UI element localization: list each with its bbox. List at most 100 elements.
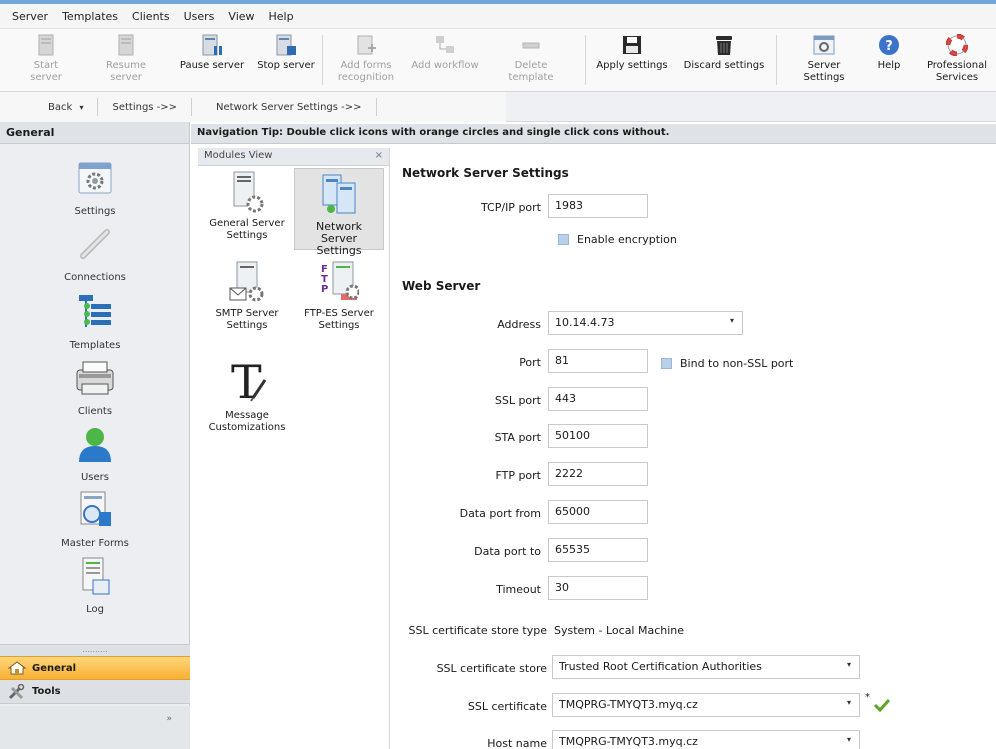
- menu-users[interactable]: Users: [184, 10, 215, 23]
- module-ftp-es-server-settings[interactable]: FTP FTP-ES Server Settings: [294, 260, 384, 340]
- toolbar-separator: [585, 35, 586, 85]
- data-port-to-input[interactable]: 65535: [548, 538, 648, 562]
- ssl-store-dropdown[interactable]: Trusted Root Certification Authorities ▾: [552, 655, 860, 679]
- navigation-tip: Navigation Tip: Double click icons with …: [191, 124, 996, 144]
- network-server-icon: [319, 173, 359, 217]
- breadcrumb-network-server-settings[interactable]: Network Server Settings ->>: [192, 102, 375, 113]
- checkbox-box[interactable]: [661, 358, 672, 369]
- module-general-server-settings[interactable]: General Server Settings: [202, 170, 292, 250]
- stop-server-button[interactable]: Stop server: [256, 33, 316, 89]
- ftp-port-label: FTP port: [495, 469, 541, 482]
- server-pause-icon: [200, 33, 224, 57]
- chevron-down-icon: ▾: [79, 102, 84, 112]
- modules-view: Modules View × General Server Settings N…: [198, 148, 390, 749]
- left-panel-header: General: [0, 122, 189, 144]
- resume-server-button[interactable]: Resume server: [90, 33, 162, 89]
- checkbox-box[interactable]: [558, 234, 569, 245]
- data-port-to-label: Data port to: [474, 545, 541, 558]
- timeout-input[interactable]: 30: [548, 576, 648, 600]
- help-button[interactable]: ? Help: [872, 33, 906, 89]
- ftp-port-input[interactable]: 2222: [548, 462, 648, 486]
- menu-server[interactable]: Server: [12, 10, 48, 23]
- sta-port-label: STA port: [494, 431, 541, 444]
- navigation-bar: Back ▾ Settings ->> Network Server Setti…: [0, 92, 996, 122]
- section-title-network-server: Network Server Settings: [402, 166, 569, 180]
- sidebar-item-settings[interactable]: Settings: [0, 156, 190, 217]
- user-icon: [73, 422, 117, 466]
- ssl-port-input[interactable]: 443: [548, 387, 648, 411]
- port-input[interactable]: 81: [548, 349, 648, 373]
- mail-server-icon: [227, 260, 267, 304]
- svg-text:T: T: [231, 355, 262, 406]
- templates-icon: [73, 290, 117, 334]
- help-icon: ?: [877, 33, 901, 57]
- toolbar-separator: [776, 35, 777, 85]
- port-label: Port: [519, 356, 541, 369]
- left-panel: General Settings Connections Templates C…: [0, 122, 190, 749]
- data-port-from-input[interactable]: 65000: [548, 500, 648, 524]
- server-settings-button[interactable]: Server Settings: [786, 33, 862, 89]
- sidebar-item-templates[interactable]: Templates: [0, 290, 190, 351]
- sidebar-item-users[interactable]: Users: [0, 422, 190, 483]
- text-edit-icon: T: [227, 354, 267, 406]
- forms-icon: [354, 33, 378, 57]
- printer-icon: [73, 356, 117, 400]
- menu-view[interactable]: View: [228, 10, 254, 23]
- menu-clients[interactable]: Clients: [132, 10, 170, 23]
- enable-encryption-checkbox[interactable]: Enable encryption: [558, 233, 677, 246]
- expand-chevron-icon[interactable]: »: [166, 714, 172, 724]
- server-icon: [114, 33, 138, 57]
- left-panel-footer: »: [0, 706, 190, 749]
- dropdown-arrow-icon: ▾: [729, 316, 734, 325]
- svg-text:?: ?: [885, 39, 893, 54]
- master-forms-icon: [73, 488, 117, 532]
- ssl-store-type-value: System - Local Machine: [554, 624, 685, 637]
- settings-icon: [73, 156, 117, 200]
- module-smtp-server-settings[interactable]: SMTP Server Settings: [202, 260, 292, 340]
- data-port-from-label: Data port from: [459, 507, 541, 520]
- panel-splitter[interactable]: ..........: [0, 644, 190, 656]
- server-icon: [34, 33, 58, 57]
- professional-services-button[interactable]: Professional Services: [922, 33, 992, 89]
- tab-general[interactable]: General: [0, 656, 190, 680]
- tcpip-port-input[interactable]: 1983: [548, 194, 648, 218]
- server-stop-icon: [274, 33, 298, 57]
- sta-port-input[interactable]: 50100: [548, 424, 648, 448]
- sidebar-item-clients[interactable]: Clients: [0, 356, 190, 417]
- sidebar-item-connections[interactable]: Connections: [0, 222, 190, 283]
- host-name-dropdown[interactable]: TMQPRG-TMYQT3.myq.cz ▾: [552, 730, 860, 749]
- sidebar-item-log[interactable]: Log: [0, 554, 190, 615]
- delete-template-button[interactable]: Delete template: [494, 33, 568, 89]
- required-marker: *: [865, 692, 870, 703]
- back-button[interactable]: Back ▾: [0, 102, 97, 113]
- svg-text:P: P: [321, 284, 328, 295]
- breadcrumb-settings[interactable]: Settings ->>: [98, 102, 191, 113]
- breadcrumb: Back ▾ Settings ->> Network Server Setti…: [0, 92, 506, 122]
- address-dropdown[interactable]: 10.14.4.73 ▾: [548, 311, 743, 335]
- module-message-customizations[interactable]: T Message Customizations: [202, 354, 292, 444]
- ssl-certificate-dropdown[interactable]: TMQPRG-TMYQT3.myq.cz ▾: [552, 693, 860, 717]
- ftp-server-icon: FTP: [319, 260, 359, 304]
- modules-view-header: Modules View ×: [198, 148, 389, 166]
- start-server-button[interactable]: Start server: [18, 33, 74, 89]
- menu-help[interactable]: Help: [269, 10, 294, 23]
- module-network-server-settings[interactable]: Network Server Settings: [294, 168, 384, 257]
- ssl-port-label: SSL port: [494, 394, 541, 407]
- sidebar-item-master-forms[interactable]: Master Forms: [0, 488, 190, 549]
- address-label: Address: [497, 318, 541, 331]
- menu-templates[interactable]: Templates: [62, 10, 118, 23]
- save-icon: [620, 33, 644, 57]
- bind-non-ssl-checkbox[interactable]: Bind to non-SSL port: [661, 357, 793, 370]
- add-forms-recognition-button[interactable]: Add forms recognition: [332, 33, 400, 89]
- ssl-store-type-label: SSL certificate store type: [408, 624, 547, 637]
- server-gear-icon: [227, 170, 267, 214]
- trash-icon: [712, 33, 736, 57]
- pause-server-button[interactable]: Pause server: [178, 33, 246, 89]
- log-icon: [73, 554, 117, 598]
- discard-settings-button[interactable]: Discard settings: [682, 33, 766, 89]
- close-icon[interactable]: ×: [375, 150, 383, 163]
- ssl-certificate-label: SSL certificate: [467, 700, 547, 713]
- add-workflow-button[interactable]: Add workflow: [408, 33, 482, 89]
- tab-tools[interactable]: Tools: [0, 680, 190, 704]
- apply-settings-button[interactable]: Apply settings: [594, 33, 670, 89]
